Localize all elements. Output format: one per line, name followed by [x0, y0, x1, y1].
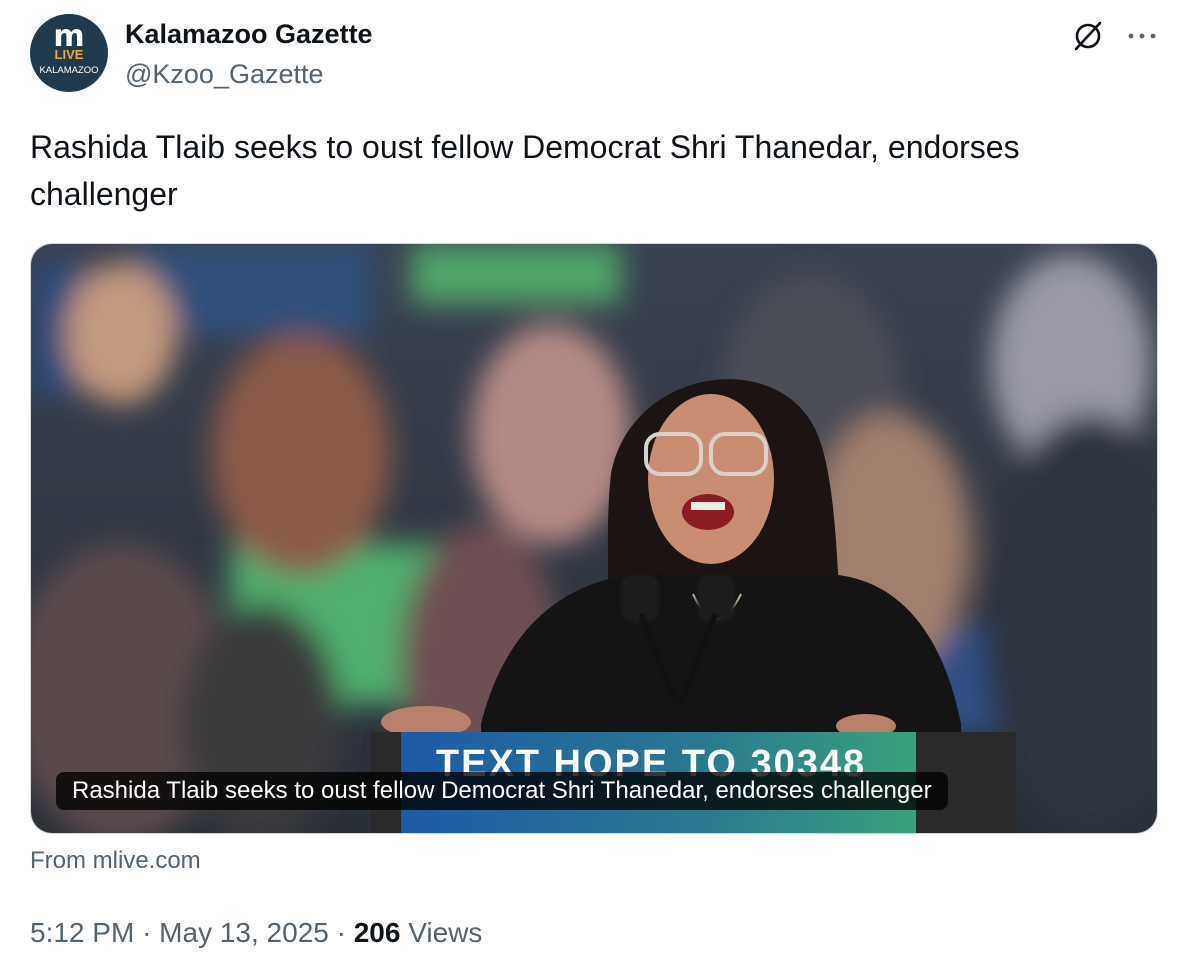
tweet-meta: 5:12 PM · May 13, 2025 · 206 Views: [30, 915, 482, 951]
account-handle[interactable]: @Kzoo_Gazette: [125, 58, 324, 90]
meta-separator: ·: [142, 917, 152, 948]
card-caption: Rashida Tlaib seeks to oust fellow Democ…: [56, 772, 948, 810]
views-count: 206: [353, 917, 401, 948]
tweet-text: Rashida Tlaib seeks to oust fellow Democ…: [30, 129, 1020, 212]
grok-icon[interactable]: [1070, 18, 1106, 54]
card-source[interactable]: From mlive.com: [30, 846, 201, 876]
avatar-logo-city: KALAMAZOO: [39, 65, 99, 76]
tweet-date[interactable]: May 13, 2025: [159, 917, 329, 948]
link-card[interactable]: TEXT HOPE TO 30348 Rashida Tlaib seeks t…: [30, 243, 1158, 834]
card-photo: TEXT HOPE TO 30348: [31, 244, 1157, 833]
views-label: Views: [408, 917, 483, 948]
more-icon[interactable]: [1124, 18, 1160, 54]
tweet-time[interactable]: 5:12 PM: [30, 917, 134, 948]
avatar-logo-word: LIVE: [54, 47, 84, 62]
meta-separator: ·: [336, 917, 346, 948]
account-name[interactable]: Kalamazoo Gazette: [125, 18, 373, 50]
avatar[interactable]: m LIVE KALAMAZOO: [30, 14, 108, 92]
